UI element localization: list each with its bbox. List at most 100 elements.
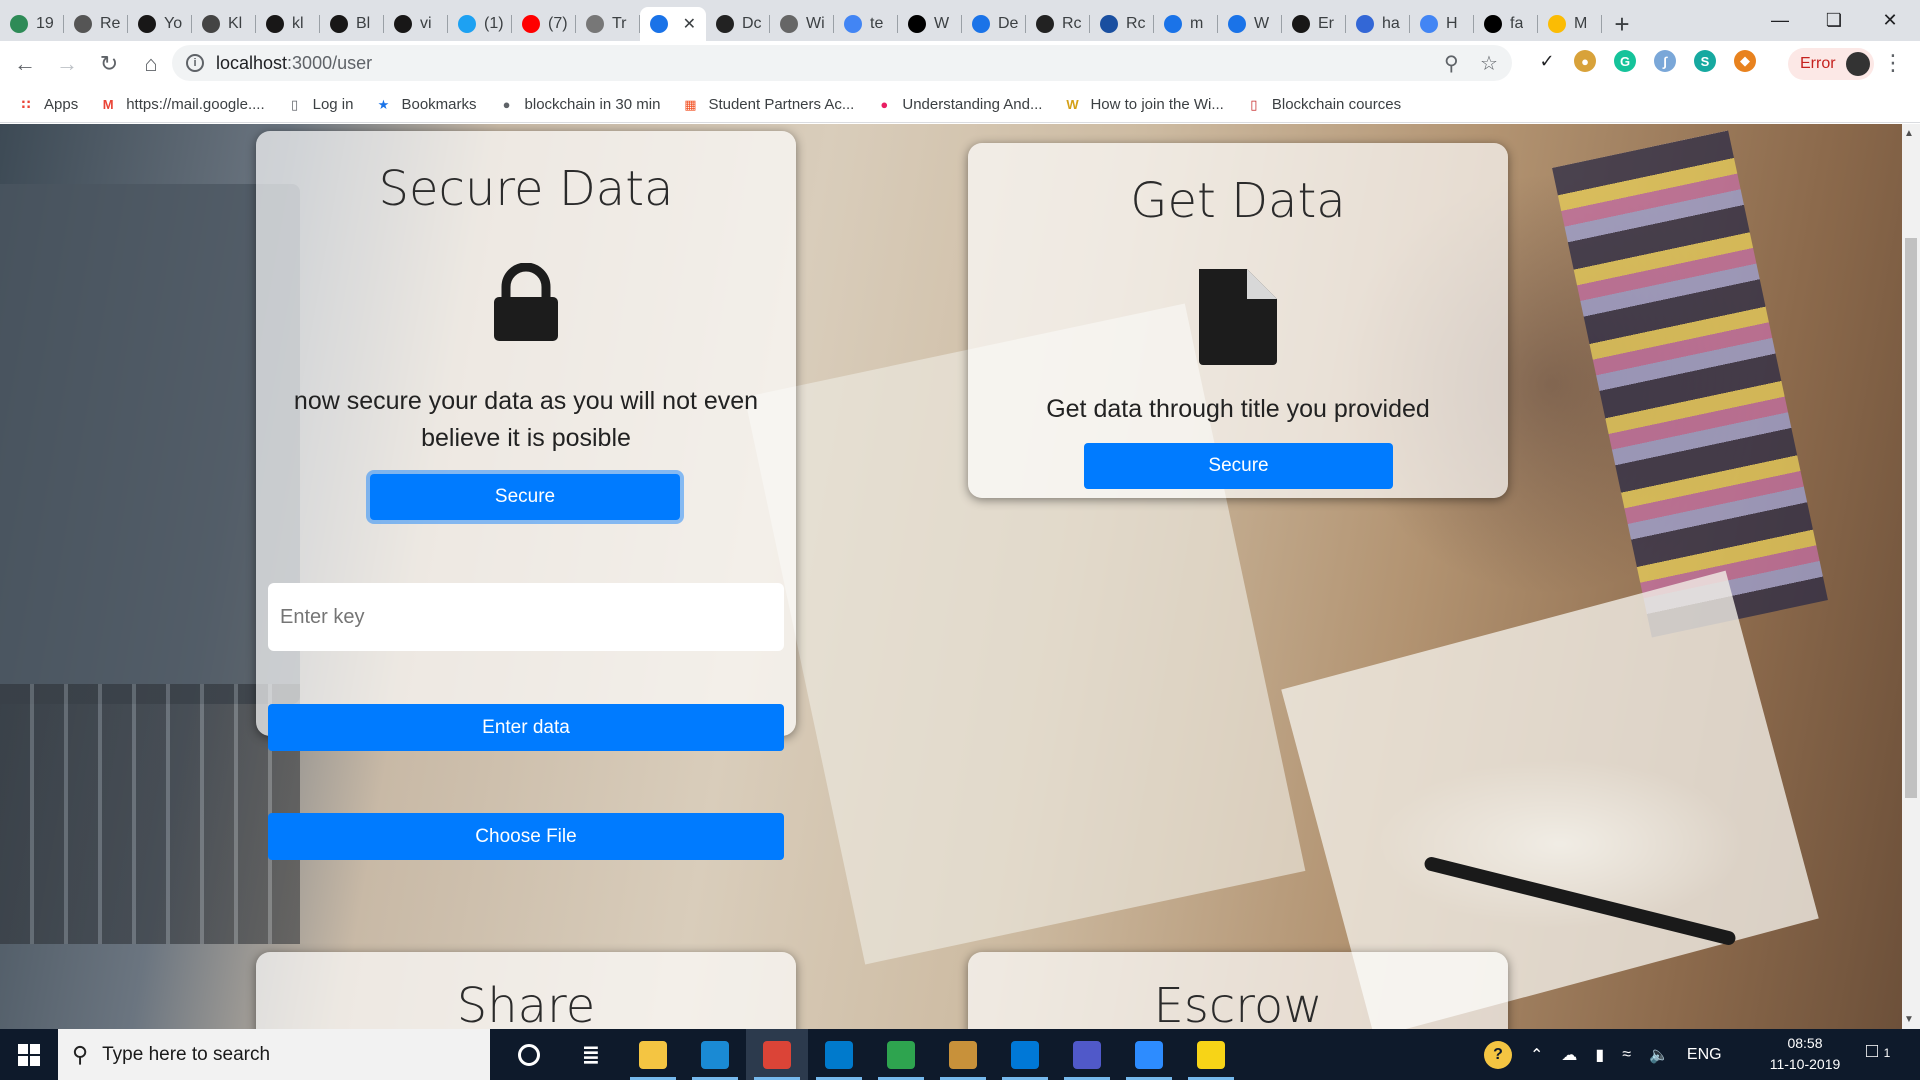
browser-menu-icon[interactable]: ⋮ <box>1882 50 1904 76</box>
bookmark-item[interactable]: ▦ Student Partners Ac... <box>682 96 854 113</box>
browser-tab[interactable]: Dc <box>706 7 770 41</box>
sticky-taskbar-button[interactable] <box>1180 1029 1242 1080</box>
volume-icon[interactable]: 🔈 <box>1649 1045 1669 1065</box>
browser-tab[interactable]: vi <box>384 7 448 41</box>
secure-data-card: Secure Data now secure your data as you … <box>256 131 796 751</box>
store-badge-taskbar-button[interactable] <box>684 1029 746 1080</box>
bookmark-item[interactable]: ▯ Blockchain cources <box>1246 96 1401 113</box>
chevron-up-icon[interactable]: ⌃ <box>1530 1045 1543 1065</box>
browser-tab[interactable]: Tr <box>576 7 640 41</box>
task-view-taskbar-button[interactable]: ≣ <box>560 1029 622 1080</box>
browser-tab[interactable]: ✕ <box>640 7 706 41</box>
browser-tab[interactable]: (7) <box>512 7 576 41</box>
bookmark-item[interactable]: W How to join the Wi... <box>1064 96 1224 113</box>
cloud-icon[interactable]: ☁ <box>1561 1045 1577 1065</box>
grammarly-extension-icon[interactable]: G <box>1614 50 1636 72</box>
bookmark-item[interactable]: Mhttps://mail.google.... <box>100 96 265 113</box>
notification-center[interactable]: □ 1 <box>1866 1040 1890 1063</box>
bookmark-item[interactable]: ▯ Log in <box>287 96 353 113</box>
feather-extension-icon[interactable]: ∫ <box>1654 50 1676 72</box>
browser-tab[interactable]: Yo <box>128 7 192 41</box>
loading-icon <box>586 15 604 33</box>
vscode-taskbar-button[interactable] <box>808 1029 870 1080</box>
checkmark-extension-icon[interactable]: ✓ <box>1536 50 1558 72</box>
browser-tab[interactable]: Kl <box>192 7 256 41</box>
new-tab-button[interactable]: + <box>1602 7 1642 41</box>
clock[interactable]: 08:58 11-10-2019 <box>1760 1033 1850 1075</box>
medium-icon <box>908 15 926 33</box>
vscode-icon <box>825 1040 853 1069</box>
metamask-extension-icon[interactable]: ◆ <box>1734 50 1756 72</box>
language-indicator[interactable]: ENG <box>1687 1046 1722 1064</box>
star-icon: ★ <box>377 96 390 112</box>
bookmark-item[interactable]: ∷ Apps <box>18 96 78 113</box>
cookie-extension-icon[interactable]: ● <box>1574 50 1596 72</box>
minimize-button[interactable]: — <box>1750 0 1810 40</box>
bookmark-star-icon[interactable]: ☆ <box>1480 51 1498 76</box>
get-data-description: Get data through title you provided <box>1046 395 1430 423</box>
bookmark-item[interactable]: ● Understanding And... <box>876 96 1042 113</box>
address-bar[interactable]: i localhost:3000/user ⚲ ☆ <box>172 45 1512 81</box>
browser-tab[interactable]: W <box>1218 7 1282 41</box>
battery-icon[interactable]: ▮ <box>1595 1045 1604 1065</box>
browser-tab[interactable]: De <box>962 7 1026 41</box>
tab-title: (1) <box>484 15 504 32</box>
browser-tab[interactable]: Bl <box>320 7 384 41</box>
choose-file-button[interactable]: Choose File <box>268 813 784 860</box>
close-window-button[interactable]: ✕ <box>1860 0 1920 40</box>
site-info-icon[interactable]: i <box>186 54 204 72</box>
browser-tab[interactable]: H <box>1410 7 1474 41</box>
forward-button[interactable]: → <box>50 47 84 81</box>
zoom-taskbar-button[interactable] <box>1118 1029 1180 1080</box>
cortana-taskbar-button[interactable] <box>498 1029 560 1080</box>
bookmark-item[interactable]: ★ Bookmarks <box>375 96 477 113</box>
secure-button[interactable]: Secure <box>370 474 680 520</box>
browser-tab[interactable]: Wi <box>770 7 834 41</box>
teams-taskbar-button[interactable] <box>1056 1029 1118 1080</box>
browser-tab[interactable]: M <box>1538 7 1602 41</box>
browser-tab[interactable]: te <box>834 7 898 41</box>
scroll-up-arrow[interactable]: ▲ <box>1904 128 1914 139</box>
git-taskbar-button[interactable] <box>870 1029 932 1080</box>
browser-tab[interactable]: ha <box>1346 7 1410 41</box>
browser-tab[interactable]: Er <box>1282 7 1346 41</box>
browser-tab[interactable]: 19 <box>0 7 64 41</box>
enter-data-button[interactable]: Enter data <box>268 704 784 751</box>
tab-title: Re <box>100 15 121 32</box>
start-button[interactable] <box>0 1029 58 1080</box>
close-tab-icon[interactable]: ✕ <box>683 14 696 34</box>
get-data-secure-button[interactable]: Secure <box>1084 443 1393 489</box>
file-explorer-taskbar-button[interactable] <box>622 1029 684 1080</box>
url-text[interactable]: localhost:3000/user <box>216 53 372 74</box>
browser-tab[interactable]: (1) <box>448 7 512 41</box>
key-icon[interactable]: ⚲ <box>1444 51 1459 76</box>
windows-icon <box>18 1043 40 1066</box>
microsoft-store-taskbar-button[interactable] <box>994 1029 1056 1080</box>
key-input[interactable] <box>268 583 784 651</box>
browser-tab[interactable]: W <box>898 7 962 41</box>
twitter-icon <box>458 15 476 33</box>
scrollbar-thumb[interactable] <box>1905 238 1917 798</box>
profile-error-button[interactable]: Error <box>1788 48 1874 80</box>
sync-extension-icon[interactable]: S <box>1694 50 1716 72</box>
reload-button[interactable]: ↻ <box>92 47 126 81</box>
bookmark-item[interactable]: ● blockchain in 30 min <box>499 96 661 113</box>
maximize-button[interactable]: ❏ <box>1804 0 1864 40</box>
scroll-down-arrow[interactable]: ▼ <box>1904 1014 1914 1025</box>
browser-tab[interactable]: kl <box>256 7 320 41</box>
browser-tab[interactable]: fa <box>1474 7 1538 41</box>
package-taskbar-button[interactable] <box>932 1029 994 1080</box>
home-button[interactable]: ⌂ <box>134 47 168 81</box>
browser-tab[interactable]: m <box>1154 7 1218 41</box>
browser-tab[interactable]: Rc <box>1026 7 1090 41</box>
taskbar-search[interactable]: ⚲ Type here to search <box>58 1029 490 1080</box>
tab-title: M <box>1574 15 1588 32</box>
chrome-taskbar-button[interactable] <box>746 1029 808 1080</box>
bookmark-label: Blockchain cources <box>1271 96 1402 113</box>
wifi-icon[interactable]: ≈ <box>1622 1046 1631 1064</box>
browser-tab[interactable]: Re <box>64 7 128 41</box>
browser-tab[interactable]: Rc <box>1090 7 1154 41</box>
secure-data-description: now secure your data as you will not eve… <box>293 387 759 452</box>
back-button[interactable]: ← <box>8 47 42 81</box>
help-icon[interactable]: ? <box>1484 1040 1512 1069</box>
